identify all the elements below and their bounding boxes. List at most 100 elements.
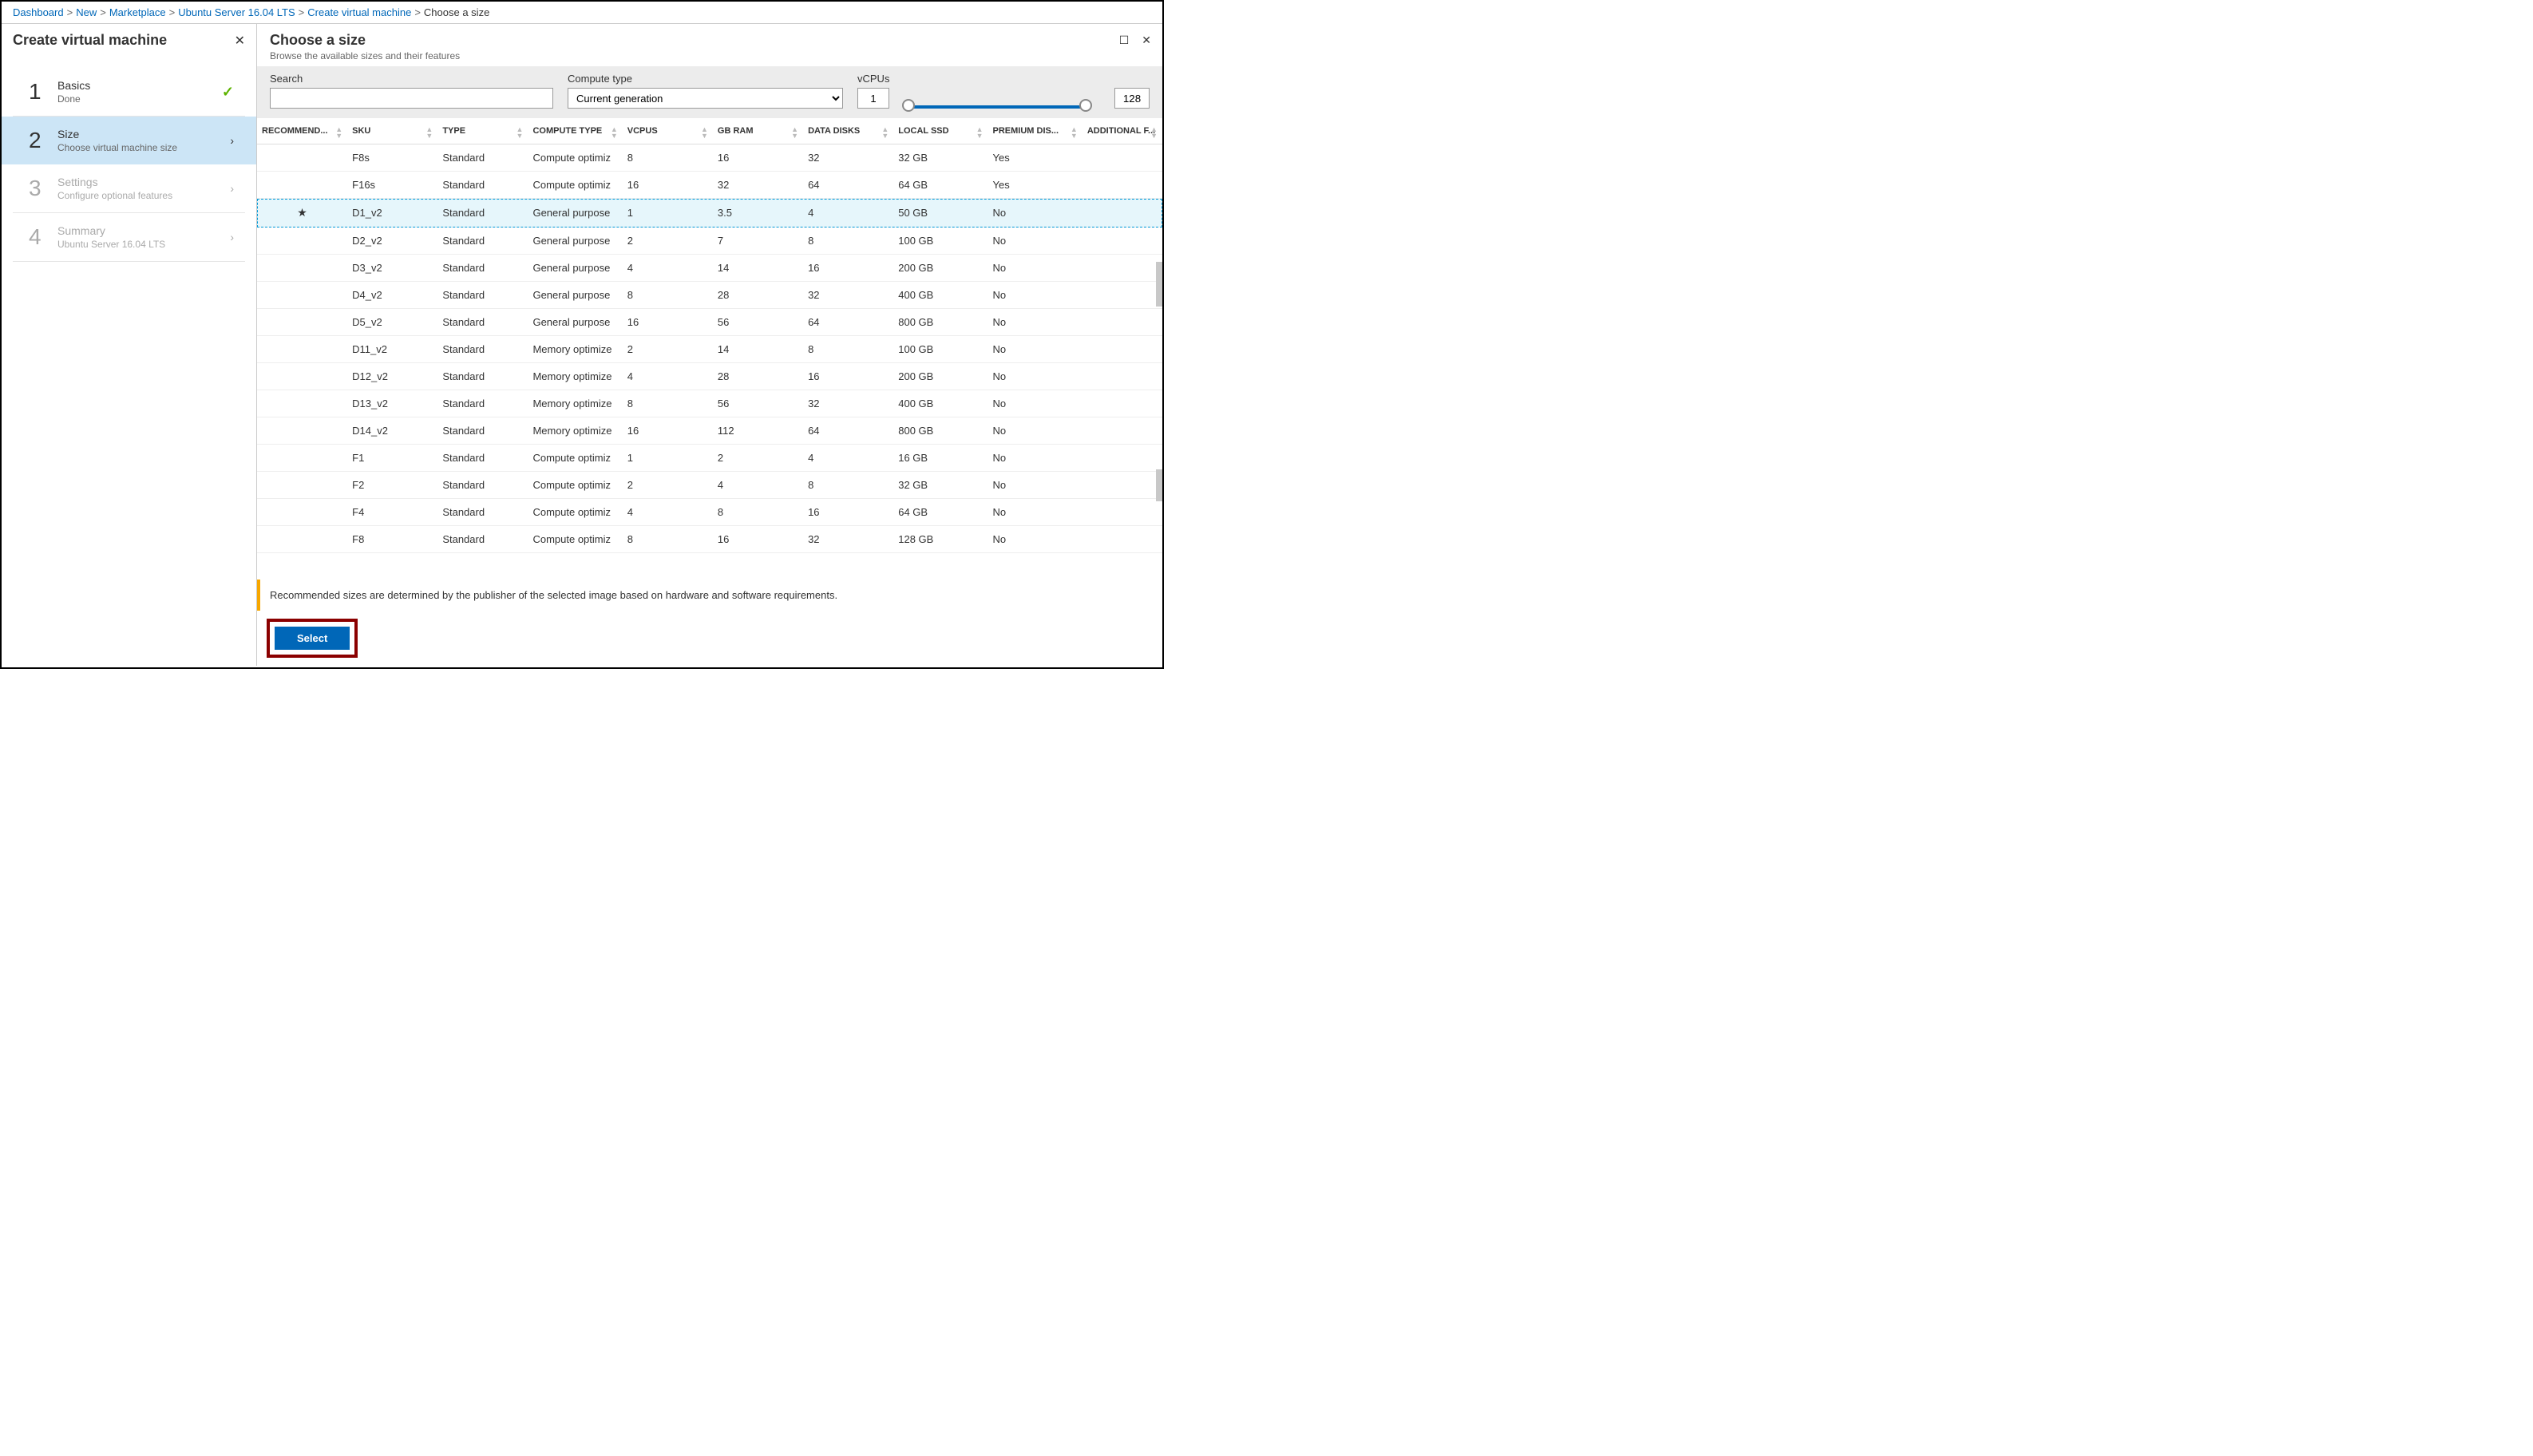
table-row[interactable]: F16sStandardCompute optimiz16326464 GBYe… [257, 172, 1162, 199]
chevron-right-icon: > [100, 6, 106, 18]
table-cell: General purpose [528, 255, 622, 282]
table-row[interactable]: F8StandardCompute optimiz81632128 GBNo [257, 526, 1162, 553]
table-cell: 32 [713, 172, 803, 199]
table-row[interactable]: D14_v2StandardMemory optimize1611264800 … [257, 417, 1162, 445]
table-row[interactable]: ★D1_v2StandardGeneral purpose13.5450 GBN… [257, 199, 1162, 228]
vcpus-min-input[interactable] [857, 88, 889, 109]
chevron-right-icon: › [230, 182, 234, 195]
sort-icon: ▲▼ [701, 126, 708, 139]
wizard-title: Create virtual machine [13, 32, 167, 49]
table-cell: D1_v2 [347, 199, 437, 228]
table-cell: 16 [803, 363, 893, 390]
vcpus-slider[interactable] [904, 91, 1090, 109]
column-header[interactable]: TYPE▲▼ [437, 118, 528, 144]
table-cell: Yes [988, 172, 1082, 199]
column-header[interactable]: PREMIUM DIS...▲▼ [988, 118, 1082, 144]
table-cell: 2 [623, 336, 713, 363]
vcpus-max-input[interactable] [1114, 88, 1150, 109]
wizard-steps: 1BasicsDone✓2SizeChoose virtual machine … [2, 68, 256, 262]
star-icon [257, 172, 347, 199]
table-cell: 7 [713, 228, 803, 255]
chevron-right-icon: › [230, 134, 234, 147]
step-title: Basics [57, 79, 222, 92]
table-row[interactable]: F2StandardCompute optimiz24832 GBNo [257, 472, 1162, 499]
compute-type-select[interactable]: Current generation [568, 88, 843, 109]
breadcrumb-link[interactable]: Create virtual machine [307, 6, 411, 18]
step-title: Settings [57, 176, 230, 188]
star-icon [257, 282, 347, 309]
column-header[interactable]: GB RAM▲▼ [713, 118, 803, 144]
content-panel: Choose a size Browse the available sizes… [257, 24, 1162, 666]
table-cell: 800 GB [893, 309, 987, 336]
wizard-step-summary[interactable]: 4SummaryUbuntu Server 16.04 LTS› [13, 213, 245, 262]
breadcrumb-link[interactable]: New [76, 6, 97, 18]
table-row[interactable]: D11_v2StandardMemory optimize2148100 GBN… [257, 336, 1162, 363]
star-icon [257, 445, 347, 472]
table-row[interactable]: D4_v2StandardGeneral purpose82832400 GBN… [257, 282, 1162, 309]
table-cell: 8 [623, 526, 713, 553]
breadcrumb-link[interactable]: Dashboard [13, 6, 64, 18]
maximize-icon[interactable]: ☐ [1119, 34, 1130, 47]
column-header[interactable]: COMPUTE TYPE▲▼ [528, 118, 622, 144]
table-row[interactable]: D5_v2StandardGeneral purpose165664800 GB… [257, 309, 1162, 336]
table-row[interactable]: D2_v2StandardGeneral purpose278100 GBNo [257, 228, 1162, 255]
table-row[interactable]: D3_v2StandardGeneral purpose41416200 GBN… [257, 255, 1162, 282]
table-cell: Standard [437, 499, 528, 526]
breadcrumb: Dashboard>New>Marketplace>Ubuntu Server … [2, 2, 1162, 24]
table-row[interactable]: F4StandardCompute optimiz481664 GBNo [257, 499, 1162, 526]
column-header[interactable]: DATA DISKS▲▼ [803, 118, 893, 144]
table-cell: 16 [803, 255, 893, 282]
column-header[interactable]: VCPUS▲▼ [623, 118, 713, 144]
table-cell: 800 GB [893, 417, 987, 445]
close-icon[interactable]: ✕ [235, 33, 245, 49]
search-input[interactable] [270, 88, 553, 109]
breadcrumb-link[interactable]: Marketplace [109, 6, 166, 18]
table-cell: General purpose [528, 228, 622, 255]
table-cell: 64 GB [893, 172, 987, 199]
table-cell: Standard [437, 309, 528, 336]
table-cell: No [988, 309, 1082, 336]
select-button[interactable]: Select [275, 627, 350, 650]
table-cell: Compute optimiz [528, 445, 622, 472]
compute-type-label: Compute type [568, 73, 843, 85]
column-header[interactable]: RECOMMEND...▲▼ [257, 118, 347, 144]
scrollbar-thumb[interactable] [1156, 469, 1162, 501]
star-icon [257, 309, 347, 336]
table-cell: Standard [437, 199, 528, 228]
table-cell [1082, 390, 1162, 417]
recommendation-note: Recommended sizes are determined by the … [257, 580, 1162, 611]
sort-icon: ▲▼ [516, 126, 524, 139]
table-cell: 14 [713, 255, 803, 282]
slider-handle-min[interactable] [902, 99, 915, 112]
table-cell: 4 [713, 472, 803, 499]
table-cell: 4 [803, 199, 893, 228]
table-cell: No [988, 526, 1082, 553]
table-row[interactable]: F8sStandardCompute optimiz8163232 GBYes [257, 144, 1162, 172]
table-cell: Standard [437, 445, 528, 472]
step-subtitle: Done [57, 93, 222, 105]
table-cell: 8 [623, 282, 713, 309]
slider-handle-max[interactable] [1079, 99, 1092, 112]
scrollbar-thumb[interactable] [1156, 262, 1162, 307]
table-cell: 28 [713, 282, 803, 309]
sort-icon: ▲▼ [611, 126, 618, 139]
breadcrumb-link[interactable]: Ubuntu Server 16.04 LTS [178, 6, 295, 18]
size-table: RECOMMEND...▲▼SKU▲▼TYPE▲▼COMPUTE TYPE▲▼V… [257, 118, 1162, 553]
table-row[interactable]: D12_v2StandardMemory optimize42816200 GB… [257, 363, 1162, 390]
table-cell [1082, 228, 1162, 255]
table-cell: Standard [437, 172, 528, 199]
table-row[interactable]: F1StandardCompute optimiz12416 GBNo [257, 445, 1162, 472]
wizard-step-settings[interactable]: 3SettingsConfigure optional features› [13, 164, 245, 213]
table-cell: D12_v2 [347, 363, 437, 390]
wizard-step-size[interactable]: 2SizeChoose virtual machine size› [2, 117, 256, 164]
column-header[interactable]: ADDITIONAL F...▲▼ [1082, 118, 1162, 144]
breadcrumb-current: Choose a size [424, 6, 489, 18]
table-row[interactable]: D13_v2StandardMemory optimize85632400 GB… [257, 390, 1162, 417]
star-icon [257, 417, 347, 445]
filter-bar: Search Compute type Current generation v… [257, 66, 1162, 118]
table-cell: Compute optimiz [528, 172, 622, 199]
column-header[interactable]: LOCAL SSD▲▼ [893, 118, 987, 144]
column-header[interactable]: SKU▲▼ [347, 118, 437, 144]
close-icon[interactable]: ✕ [1142, 34, 1151, 47]
wizard-step-basics[interactable]: 1BasicsDone✓ [13, 68, 245, 117]
